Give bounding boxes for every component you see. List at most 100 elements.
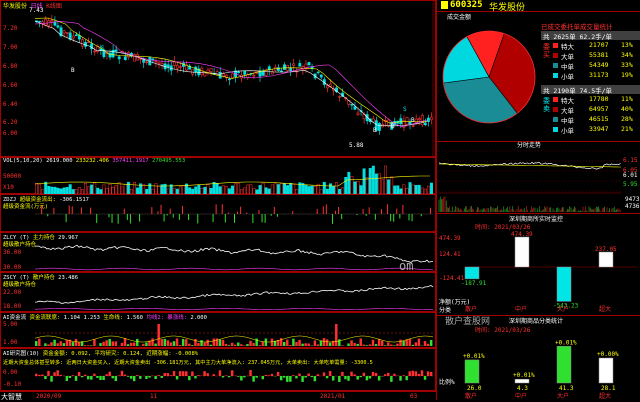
volume-bar bbox=[418, 185, 420, 194]
row-pct: 28% bbox=[621, 115, 633, 123]
flow-bar bbox=[234, 214, 235, 223]
ai-flow-bar bbox=[164, 339, 166, 346]
buy-side-label: 委买 bbox=[543, 43, 550, 59]
flow-monitor-panel[interactable]: 深圳期商所实时监控 时间: 2021/03/26 474.39 124.41 -… bbox=[437, 213, 640, 316]
candle-body bbox=[412, 126, 414, 127]
volume-bar bbox=[54, 187, 56, 194]
ai-research-bar bbox=[127, 376, 129, 377]
flow-bar bbox=[90, 208, 91, 214]
volume-bar bbox=[198, 185, 200, 194]
ai-research-bar bbox=[280, 376, 282, 380]
main-chart-area[interactable]: 华发股份 日线 K线图 7.20 7.00 6.80 6.60 6.40 6.2… bbox=[0, 0, 436, 400]
flow-bar bbox=[265, 214, 266, 223]
ai-research-bar bbox=[59, 375, 61, 376]
ai-research-bar bbox=[243, 376, 245, 377]
ai-flow-bar bbox=[350, 340, 352, 346]
ai-research-bar bbox=[409, 371, 411, 376]
flow-bar bbox=[225, 214, 226, 223]
ai-research-bar bbox=[188, 376, 190, 380]
candle-body bbox=[173, 62, 175, 66]
row-value: 64957 bbox=[589, 105, 609, 113]
flow-bar bbox=[197, 214, 198, 223]
ai-research-bar bbox=[139, 376, 141, 379]
flow-bar-value: 474.39 bbox=[511, 231, 533, 238]
ai-research-bar bbox=[112, 376, 114, 378]
ai-research-bars bbox=[1, 349, 437, 392]
volume-bar bbox=[35, 183, 37, 194]
order-table: 已成交委托单成交量统计 共 2625单 62.2手/单 委买 特大2170713… bbox=[541, 21, 640, 141]
ai-research-bar bbox=[350, 372, 352, 376]
volume-bar bbox=[308, 186, 310, 194]
candle-body bbox=[118, 57, 120, 59]
candle-body bbox=[378, 123, 380, 130]
volume-bar bbox=[204, 187, 206, 194]
ai-research-bar bbox=[75, 376, 77, 381]
ai-flow-bar bbox=[292, 339, 294, 346]
volume-bar bbox=[115, 185, 117, 194]
order-stats-panel[interactable]: 成交金额 已成交委托单成交量统计 共 2625单 62.2手/单 委买 特大21… bbox=[437, 11, 640, 142]
ai-research-bar bbox=[99, 376, 101, 380]
volume-bar bbox=[280, 183, 282, 194]
flow-bar bbox=[222, 204, 223, 214]
volume-bar bbox=[384, 166, 386, 194]
volume-bar bbox=[84, 183, 86, 194]
volume-bar bbox=[179, 187, 181, 194]
intraday-vol-tick: 4736 bbox=[625, 203, 639, 210]
moving-average-line bbox=[35, 18, 427, 123]
ai-flow-bar bbox=[301, 344, 303, 346]
order-pie-chart bbox=[437, 11, 547, 141]
ai-research-panel[interactable]: AI研究图(10) 资金金额: 0.092, 平均研究: 0.124, 近期涨幅… bbox=[0, 348, 436, 391]
ai-flow-bar bbox=[412, 345, 414, 346]
ai-flow-bar bbox=[289, 345, 291, 346]
ai-research-bar bbox=[418, 374, 420, 376]
ai-research-bar bbox=[161, 376, 163, 378]
ai-research-bar bbox=[78, 372, 80, 376]
ai-research-bar bbox=[356, 376, 358, 380]
candle-body bbox=[179, 67, 181, 68]
zlcy-secondary-line bbox=[35, 268, 433, 270]
flow-bar bbox=[182, 206, 183, 214]
candle-body bbox=[351, 104, 353, 105]
date-label: 2020/09 bbox=[36, 393, 61, 400]
ai-flow-bar bbox=[142, 344, 144, 346]
ai-flow-bar bbox=[151, 338, 153, 346]
kline-panel[interactable]: 华发股份 日线 K线图 7.20 7.00 6.80 6.60 6.40 6.2… bbox=[0, 0, 436, 157]
ai-flow-bar bbox=[66, 340, 68, 346]
ai-flow-panel[interactable]: AI资金流 资金流联席: 1.104 1.253 生命线: 1.560 均线2:… bbox=[0, 312, 436, 348]
ai-flow-bar bbox=[216, 338, 218, 346]
ai-flow-bar bbox=[427, 344, 429, 346]
volume-bar bbox=[219, 187, 221, 194]
intraday-panel[interactable]: 分时走势 6.15 6.05 6.01 5.95 9473 4736 bbox=[437, 141, 640, 214]
date-label: 11 bbox=[150, 393, 157, 400]
ratio-note: 比例% bbox=[439, 377, 455, 386]
ai-research-bar bbox=[145, 376, 147, 379]
ai-flow-bar bbox=[53, 340, 55, 346]
ai-flow-bar bbox=[87, 345, 89, 346]
volume-bar bbox=[351, 176, 353, 194]
ai-research-bar bbox=[415, 371, 417, 376]
volume-bar bbox=[250, 185, 252, 194]
trade-mark-s: S bbox=[101, 45, 105, 52]
ai-research-bar bbox=[424, 376, 426, 380]
ratio-panel[interactable]: 散户查股网 深圳期商品分类统计 时间: 2021/03/26 +0.01%26.… bbox=[437, 315, 640, 400]
volume-panel[interactable]: VOL(5,10,20) 2619.000 233232.406 357411.… bbox=[0, 157, 436, 194]
zdzj-panel[interactable]: ZDZJ 超级资金流出: -306.1517 超级资金流(万元) bbox=[0, 194, 436, 232]
volume-bar bbox=[78, 187, 80, 194]
shcy-panel[interactable]: ZSCY (T) 散户持仓 23.486 超级散户持仓 22.00 18.00 bbox=[0, 272, 436, 312]
ai-flow-bar bbox=[167, 340, 169, 346]
ai-flow-bar bbox=[378, 339, 380, 346]
flow-bar bbox=[161, 205, 162, 214]
flow-bar-中户 bbox=[515, 237, 529, 267]
ai-flow-bar bbox=[347, 343, 349, 346]
volume-bar bbox=[222, 185, 224, 194]
row-name: 中单 bbox=[561, 115, 574, 125]
flow-bar bbox=[240, 207, 241, 214]
volume-bar bbox=[51, 187, 53, 194]
flow-bar bbox=[53, 208, 54, 214]
trade-mark-b: B bbox=[71, 67, 75, 74]
ratio-bar-超大 bbox=[599, 358, 613, 383]
right-panel[interactable]: 600325 华发股份 成交金额 已成交委托单成交量统计 共 2625单 62.… bbox=[436, 0, 640, 400]
row-name: 小单 bbox=[561, 125, 574, 135]
flow-bar bbox=[366, 214, 367, 216]
zlcy-panel[interactable]: ZLCY (T) 主力持仓 29.967 超级散户持仓 36.00 30.00 … bbox=[0, 232, 436, 272]
